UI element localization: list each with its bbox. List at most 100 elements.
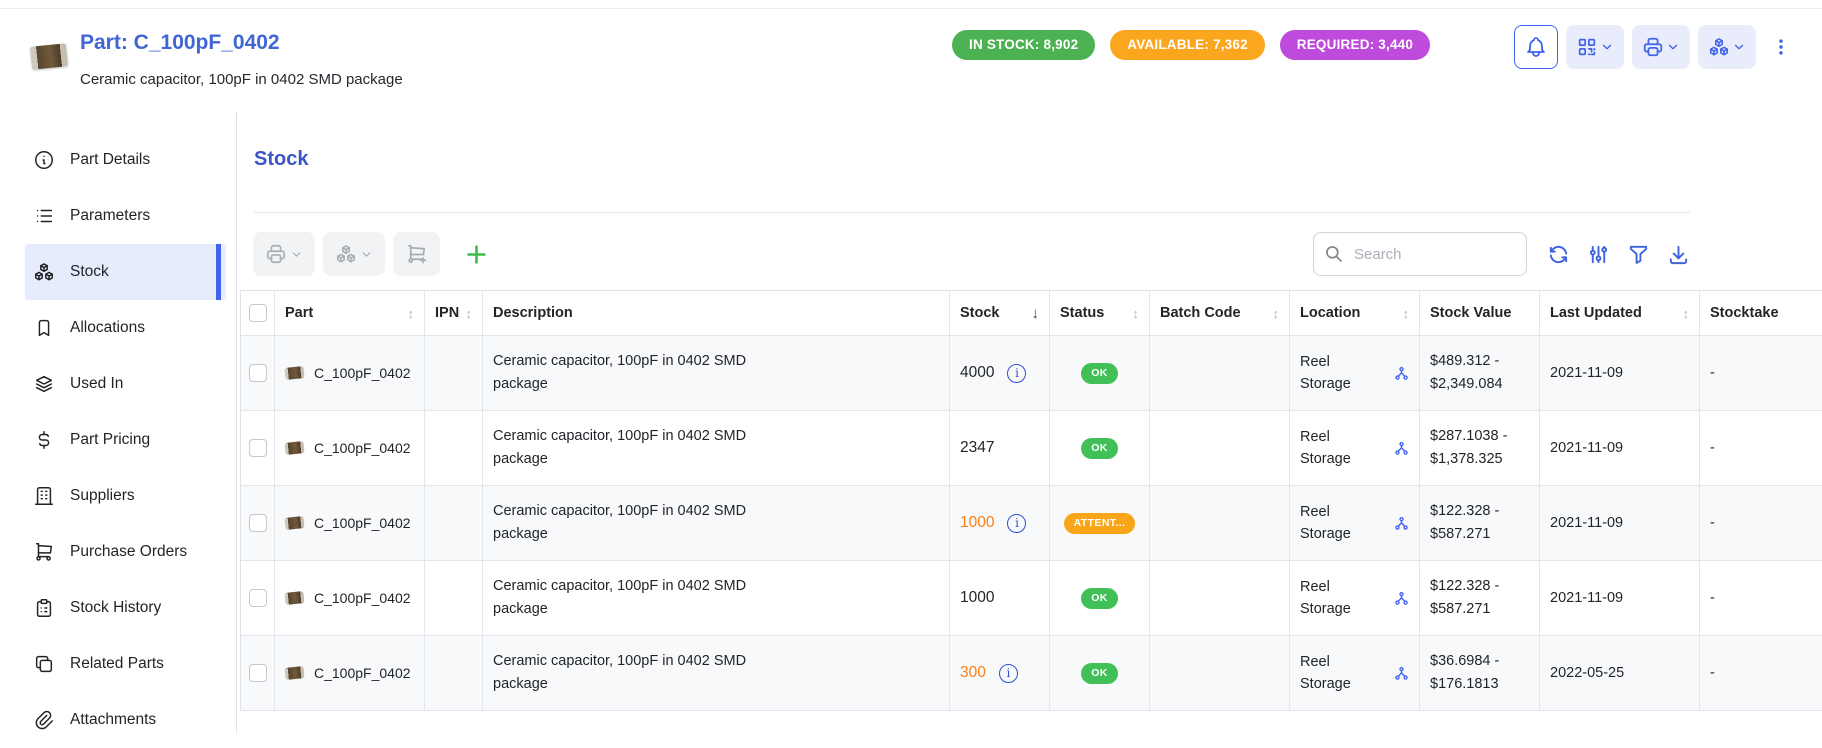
barcode-actions-button[interactable] <box>1566 25 1624 69</box>
sidebar-item-part-pricing[interactable]: Part Pricing <box>25 412 226 468</box>
table-row[interactable]: C_100pF_0402 Ceramic capacitor, 100pF in… <box>241 411 1822 486</box>
chevron-down-icon <box>1666 40 1680 54</box>
status-badge: OK <box>1081 363 1118 384</box>
column-header-stock[interactable]: Stock↓ <box>950 291 1050 335</box>
sidebar-item-purchase-orders[interactable]: Purchase Orders <box>25 524 226 580</box>
sidebar-item-part-details[interactable]: Part Details <box>25 132 226 188</box>
location-link[interactable]: Reel Storage <box>1300 426 1364 471</box>
stock-actions-button[interactable] <box>1698 25 1756 69</box>
sort-icon[interactable]: ↕ <box>460 306 473 321</box>
row-checkbox[interactable] <box>249 514 267 532</box>
print-actions-button[interactable] <box>1632 25 1690 69</box>
refresh-icon[interactable] <box>1547 243 1570 266</box>
column-header-part[interactable]: Part↕ <box>275 291 425 335</box>
select-all-checkbox[interactable] <box>249 304 267 322</box>
adjustments-icon[interactable] <box>1587 243 1610 266</box>
search-icon <box>1324 244 1344 264</box>
sidebar: Part Details Parameters Stock Allocation… <box>0 113 237 733</box>
dollar-icon <box>33 429 55 451</box>
sidebar-item-attachments[interactable]: Attachments <box>25 692 226 748</box>
sort-icon[interactable]: ↕ <box>1677 306 1690 321</box>
sidebar-item-label: Suppliers <box>70 487 135 505</box>
location-link[interactable]: Reel Storage <box>1300 351 1364 396</box>
sidebar-item-used-in[interactable]: Used In <box>25 356 226 412</box>
sidebar-item-related-parts[interactable]: Related Parts <box>25 636 226 692</box>
info-icon[interactable]: i <box>1007 364 1026 383</box>
stock-value-cell: $122.328 - $587.271 <box>1430 575 1529 621</box>
required-badge: REQUIRED: 3,440 <box>1280 30 1430 60</box>
column-header-stocktake: Stocktake <box>1700 291 1822 335</box>
stock-badges: IN STOCK: 8,902 AVAILABLE: 7,362 REQUIRE… <box>952 30 1430 60</box>
qrcode-icon <box>1576 36 1598 58</box>
location-link[interactable]: Reel Storage <box>1300 501 1364 546</box>
sort-icon[interactable]: ↕ <box>402 306 415 321</box>
column-header-description: Description <box>483 291 950 335</box>
stock-actions-icon <box>335 243 357 265</box>
column-header-ipn[interactable]: IPN↕ <box>425 291 483 335</box>
stock-quantity: 2347 <box>960 439 994 457</box>
sidebar-item-stock-history[interactable]: Stock History <box>25 580 226 636</box>
row-checkbox[interactable] <box>249 439 267 457</box>
sitemap-icon <box>1394 441 1409 456</box>
printer-icon <box>1642 36 1664 58</box>
stocktake-cell: - <box>1700 336 1822 410</box>
sort-desc-icon[interactable]: ↓ <box>1026 305 1040 322</box>
printer-icon <box>265 243 287 265</box>
batch-code-cell <box>1150 636 1290 710</box>
sidebar-item-stock[interactable]: Stock <box>25 244 226 300</box>
add-stock-button[interactable] <box>454 232 498 276</box>
column-header-batch-code[interactable]: Batch Code↕ <box>1150 291 1290 335</box>
in-stock-badge: IN STOCK: 8,902 <box>952 30 1095 60</box>
table-row[interactable]: C_100pF_0402 Ceramic capacitor, 100pF in… <box>241 561 1822 636</box>
stock-operations-button[interactable] <box>323 232 385 276</box>
column-header-last-updated[interactable]: Last Updated↕ <box>1540 291 1700 335</box>
row-checkbox[interactable] <box>249 589 267 607</box>
info-icon[interactable]: i <box>1007 514 1026 533</box>
row-checkbox[interactable] <box>249 664 267 682</box>
table-row[interactable]: C_100pF_0402 Ceramic capacitor, 100pF in… <box>241 336 1822 411</box>
part-name: C_100pF_0402 <box>314 440 411 456</box>
description-cell: Ceramic capacitor, 100pF in 0402 SMD pac… <box>493 425 785 472</box>
table-row[interactable]: C_100pF_0402 Ceramic capacitor, 100pF in… <box>241 636 1822 711</box>
available-badge: AVAILABLE: 7,362 <box>1110 30 1264 60</box>
description-cell: Ceramic capacitor, 100pF in 0402 SMD pac… <box>493 575 785 622</box>
sidebar-item-parameters[interactable]: Parameters <box>25 188 226 244</box>
select-all-header[interactable] <box>241 291 275 335</box>
sort-icon[interactable]: ↕ <box>1397 306 1410 321</box>
search-input[interactable] <box>1352 245 1506 264</box>
stock-value-cell: $36.6984 - $176.1813 <box>1430 650 1529 696</box>
order-stock-button[interactable] <box>393 232 440 276</box>
table-row[interactable]: C_100pF_0402 Ceramic capacitor, 100pF in… <box>241 486 1822 561</box>
page-title: Part: C_100pF_0402 <box>80 31 280 55</box>
sort-icon[interactable]: ↕ <box>1127 306 1140 321</box>
sidebar-item-suppliers[interactable]: Suppliers <box>25 468 226 524</box>
column-header-location[interactable]: Location↕ <box>1290 291 1420 335</box>
ipn-cell <box>425 411 483 485</box>
last-updated-cell: 2021-11-09 <box>1540 486 1700 560</box>
filter-icon[interactable] <box>1627 243 1650 266</box>
sidebar-item-label: Part Pricing <box>70 431 150 449</box>
location-link[interactable]: Reel Storage <box>1300 651 1364 696</box>
part-name: C_100pF_0402 <box>314 590 411 606</box>
table-body: C_100pF_0402 Ceramic capacitor, 100pF in… <box>241 336 1822 711</box>
print-labels-button[interactable] <box>253 232 315 276</box>
row-checkbox[interactable] <box>249 364 267 382</box>
notifications-button[interactable] <box>1514 25 1558 69</box>
sort-icon[interactable]: ↕ <box>1267 306 1280 321</box>
sidebar-item-label: Related Parts <box>70 655 164 673</box>
clipboard-icon <box>33 597 55 619</box>
sitemap-icon <box>1394 366 1409 381</box>
column-header-status[interactable]: Status↕ <box>1050 291 1150 335</box>
batch-code-cell <box>1150 336 1290 410</box>
stocktake-cell: - <box>1700 486 1822 560</box>
header-actions <box>1514 25 1792 69</box>
ipn-cell <box>425 486 483 560</box>
location-link[interactable]: Reel Storage <box>1300 576 1364 621</box>
stack-icon <box>33 373 55 395</box>
info-icon[interactable]: i <box>999 664 1018 683</box>
sidebar-item-allocations[interactable]: Allocations <box>25 300 226 356</box>
download-icon[interactable] <box>1667 243 1690 266</box>
status-badge: ATTENT... <box>1064 513 1136 534</box>
more-actions-button[interactable] <box>1770 25 1792 69</box>
packages-icon <box>33 261 55 283</box>
